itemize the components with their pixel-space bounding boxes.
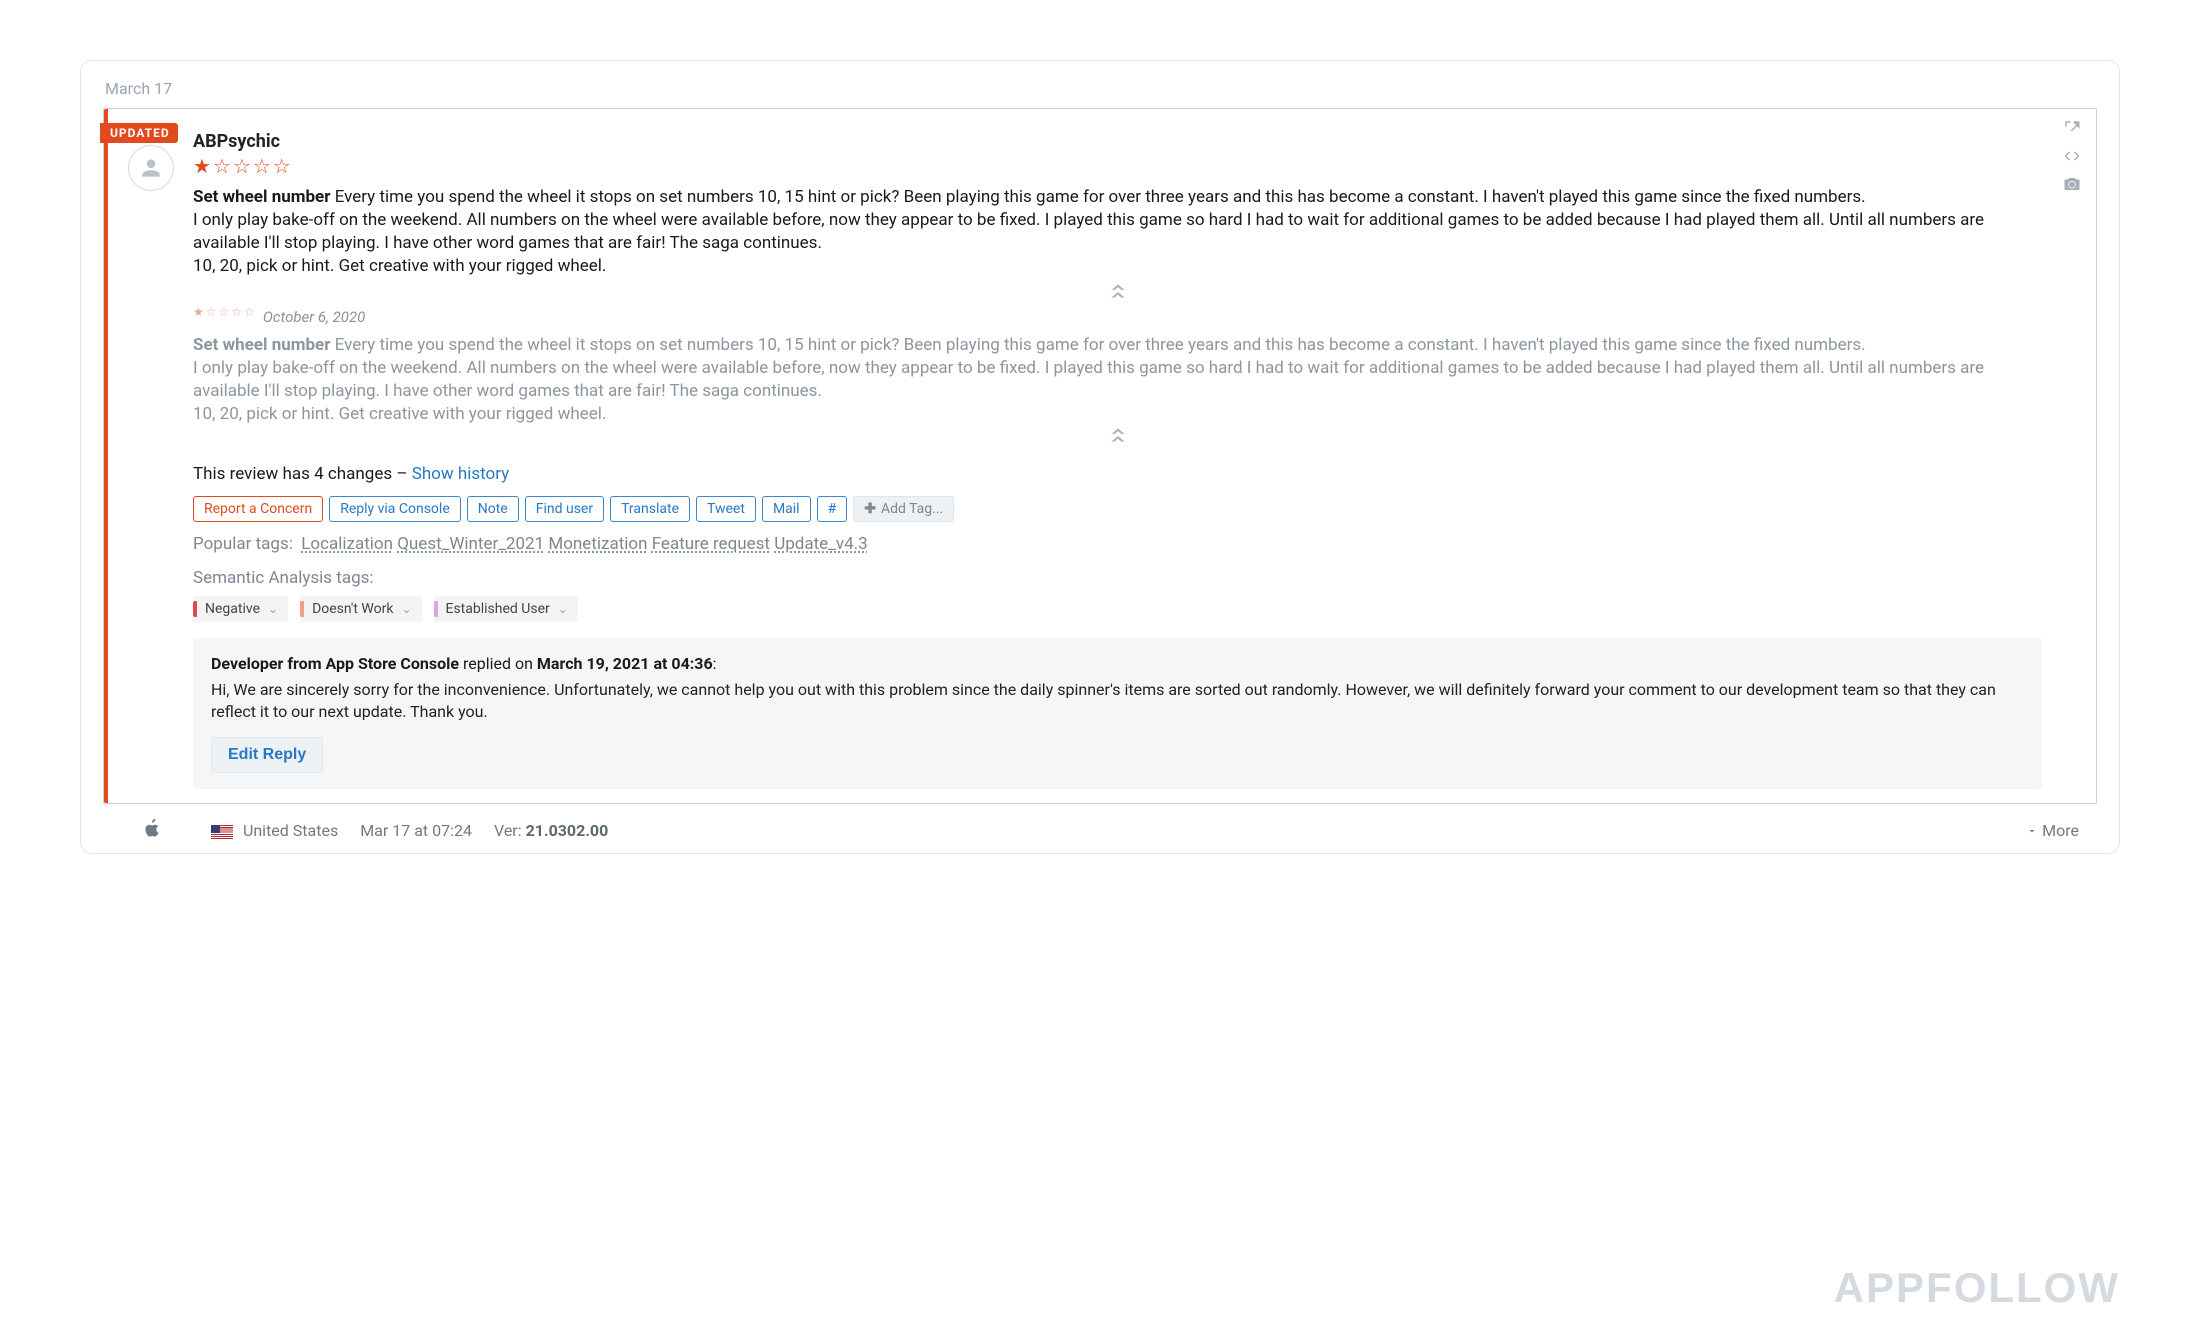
hash-button[interactable]: # — [817, 496, 848, 522]
semantic-tags-label: Semantic Analysis tags: — [193, 568, 2042, 588]
star-outline-icon: ☆ — [213, 156, 231, 176]
star-outline-icon: ☆ — [244, 306, 255, 318]
semantic-tags-row: Negative⌄ Doesn't Work⌄ Established User⌄ — [193, 596, 2042, 622]
reply-header: Developer from App Store Console replied… — [211, 654, 2024, 673]
review-history: ★ ☆ ☆ ☆ ☆ October 6, 2020 Set wheel numb… — [193, 306, 2042, 426]
popular-tag[interactable]: Feature request — [652, 534, 770, 554]
review-footer: United States Mar 17 at 07:24 Ver: 21.03… — [103, 804, 2097, 845]
reply-console-button[interactable]: Reply via Console — [329, 496, 461, 522]
review-body: Set wheel number Every time you spend th… — [193, 186, 2042, 278]
chevron-down-icon — [2026, 825, 2038, 837]
tweet-button[interactable]: Tweet — [696, 496, 756, 522]
show-history-link[interactable]: Show history — [412, 464, 509, 484]
code-icon — [2063, 147, 2081, 165]
footer-version: Ver: 21.0302.00 — [494, 821, 608, 840]
content-column: ABPsychic ★ ☆ ☆ ☆ ☆ Set wheel number Eve… — [193, 109, 2056, 803]
avatar[interactable] — [128, 145, 174, 191]
external-link-icon — [2063, 119, 2081, 137]
user-icon — [138, 155, 164, 181]
country: United States — [211, 821, 338, 840]
history-content: Every time you spend the wheel it stops … — [193, 335, 1984, 424]
developer-reply: Developer from App Store Console replied… — [193, 638, 2042, 790]
review-box: UPDATED ABPsychic ★ ☆ ☆ ☆ ☆ Set wheel nu… — [103, 108, 2097, 804]
star-outline-icon: ☆ — [253, 156, 271, 176]
apple-icon — [143, 818, 161, 843]
mail-button[interactable]: Mail — [762, 496, 811, 522]
history-date: October 6, 2020 — [263, 308, 365, 326]
add-tag-button[interactable]: ✚ Add Tag... — [853, 496, 954, 522]
footer-timestamp: Mar 17 at 07:24 — [360, 821, 472, 840]
find-user-button[interactable]: Find user — [525, 496, 604, 522]
translate-button[interactable]: Translate — [610, 496, 690, 522]
popular-tag[interactable]: Localization — [301, 534, 393, 554]
collapse-toggle-upper[interactable] — [193, 284, 2042, 302]
note-button[interactable]: Note — [467, 496, 519, 522]
review-content: Every time you spend the wheel it stops … — [193, 187, 1984, 276]
date-header: March 17 — [81, 79, 2119, 108]
history-body: Set wheel number Every time you spend th… — [193, 334, 2042, 426]
star-outline-icon: ☆ — [206, 306, 217, 318]
semantic-tag[interactable]: Negative⌄ — [193, 596, 288, 622]
popular-tag[interactable]: Monetization — [548, 534, 647, 554]
edit-reply-button[interactable]: Edit Reply — [211, 737, 323, 773]
double-chevron-up-icon — [1108, 284, 1128, 298]
author-name[interactable]: ABPsychic — [193, 131, 2042, 152]
star-outline-icon: ☆ — [273, 156, 291, 176]
collapse-toggle-lower[interactable] — [193, 428, 2042, 446]
open-link-button[interactable] — [2061, 117, 2083, 139]
tools-column — [2056, 109, 2096, 803]
action-row: Report a Concern Reply via Console Note … — [193, 496, 2042, 522]
avatar-column — [108, 109, 193, 803]
double-chevron-up-icon — [1108, 428, 1128, 442]
star-outline-icon: ☆ — [219, 306, 230, 318]
code-button[interactable] — [2061, 145, 2083, 167]
review-card: March 17 UPDATED ABPsychic ★ ☆ ☆ ☆ ☆ Set… — [80, 60, 2120, 854]
star-outline-icon: ☆ — [233, 156, 251, 176]
updated-badge: UPDATED — [100, 123, 178, 143]
review-title: Set wheel number — [193, 187, 330, 207]
rating-stars: ★ ☆ ☆ ☆ ☆ — [193, 156, 2042, 176]
popular-tag[interactable]: Quest_Winter_2021 — [397, 534, 544, 554]
flag-us-icon — [211, 825, 233, 839]
camera-button[interactable] — [2061, 173, 2083, 195]
changes-line: This review has 4 changes – Show history — [193, 464, 2042, 484]
reply-body: Hi, We are sincerely sorry for the incon… — [211, 679, 2024, 724]
history-rating-stars: ★ ☆ ☆ ☆ ☆ — [193, 306, 255, 318]
history-title: Set wheel number — [193, 335, 330, 355]
plus-icon: ✚ — [864, 501, 876, 517]
star-outline-icon: ☆ — [231, 306, 242, 318]
star-icon: ★ — [193, 156, 211, 176]
more-button[interactable]: More — [2026, 821, 2079, 840]
semantic-tag[interactable]: Established User⌄ — [434, 596, 578, 622]
report-button[interactable]: Report a Concern — [193, 496, 323, 522]
semantic-tag[interactable]: Doesn't Work⌄ — [300, 596, 421, 622]
popular-tag[interactable]: Update_v4.3 — [774, 534, 867, 554]
watermark: APPFOLLOW — [1834, 1264, 2120, 1312]
popular-tags: Popular tags: Localization Quest_Winter_… — [193, 534, 2042, 554]
star-icon: ★ — [193, 306, 204, 318]
camera-icon — [2063, 175, 2081, 193]
